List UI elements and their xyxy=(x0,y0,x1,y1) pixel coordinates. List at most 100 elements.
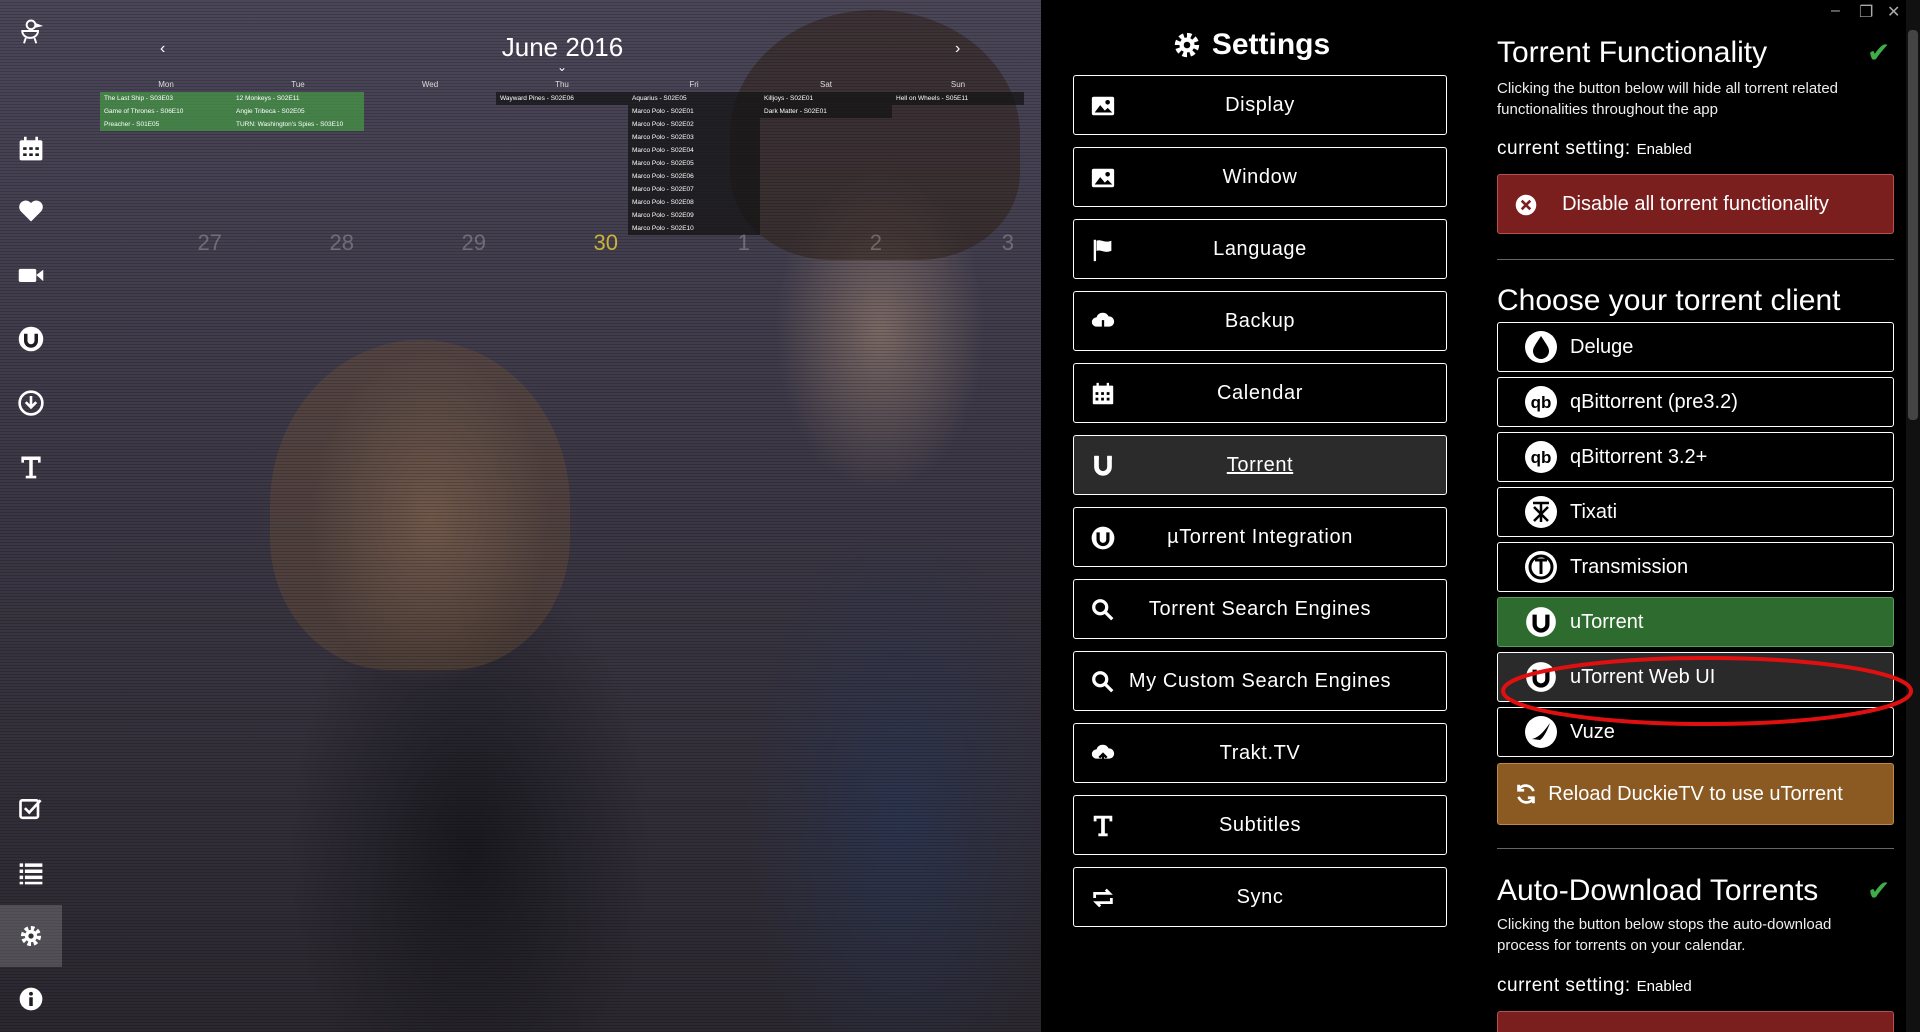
video-camera-icon[interactable] xyxy=(0,244,62,306)
auto-download-desc: Clicking the button below stops the auto… xyxy=(1497,916,1832,954)
calendar-episode[interactable]: Preacher - S01E05 xyxy=(100,118,232,131)
calendar-episode[interactable]: Marco Polo - S02E09 xyxy=(628,209,760,222)
client-option-utorrent[interactable]: uTorrent xyxy=(1497,597,1894,647)
calendar-day-number: 28 xyxy=(329,230,354,255)
close-button[interactable]: ✕ xyxy=(1887,2,1900,22)
calendar-episode[interactable]: Wayward Pines - S02E06 xyxy=(496,92,628,105)
settings-menu-subtitles[interactable]: Subtitles xyxy=(1073,795,1447,855)
current-setting-value: Enabled xyxy=(1636,141,1692,158)
settings-menu-torrent-search-engines[interactable]: Torrent Search Engines xyxy=(1073,579,1447,639)
settings-menu-torrent[interactable]: Torrent xyxy=(1073,435,1447,495)
calendar-day-sat[interactable]: Sat Killjoys - S02E01 Dark Matter - S02E01… xyxy=(760,80,892,260)
client-option-qbittorrent-3-2[interactable]: qb qBittorrent 3.2+ xyxy=(1497,432,1894,482)
calendar-episode[interactable]: The Last Ship - S03E03 xyxy=(100,92,232,105)
reload-duckietv-button[interactable]: Reload DuckieTV to use uTorrent xyxy=(1497,763,1894,825)
maximize-button[interactable]: ❐ xyxy=(1859,2,1873,22)
settings-menu-label: µTorrent Integration xyxy=(1167,525,1353,548)
calendar-episode[interactable]: Marco Polo - S02E04 xyxy=(628,144,760,157)
calendar-episode[interactable]: Marco Polo - S02E07 xyxy=(628,183,760,196)
qbittorrent-icon: qb xyxy=(1524,440,1558,474)
settings-menu-label: Sync xyxy=(1236,885,1284,908)
client-option-qbittorrent-pre3-2[interactable]: qb qBittorrent (pre3.2) xyxy=(1497,377,1894,427)
settings-title-text: Settings xyxy=(1211,28,1331,61)
calendar-day-wed[interactable]: Wed 29 xyxy=(364,80,496,260)
calendar-month-title[interactable]: June 2016 xyxy=(100,32,1025,63)
reload-duckietv-label: Reload DuckieTV to use uTorrent xyxy=(1548,782,1843,805)
tixati-icon xyxy=(1524,495,1558,529)
calendar-episode[interactable]: Marco Polo - S02E03 xyxy=(628,131,760,144)
calendar-episode[interactable]: Marco Polo - S02E08 xyxy=(628,196,760,209)
calendar-episode[interactable]: Marco Polo - S02E01 xyxy=(628,105,760,118)
subtitles-icon[interactable] xyxy=(0,436,62,498)
client-option-tixati[interactable]: Tixati xyxy=(1497,487,1894,537)
calendar-episode[interactable]: Killjoys - S02E01 xyxy=(760,92,892,105)
panel-scrollbar[interactable] xyxy=(1906,0,1920,1032)
calendar-day-name: Mon xyxy=(158,80,174,89)
svg-text:qb: qb xyxy=(1531,393,1552,412)
settings-menu-my-custom-search-engines[interactable]: My Custom Search Engines xyxy=(1073,651,1447,711)
client-option-deluge[interactable]: Deluge xyxy=(1497,322,1894,372)
settings-menu-torrent-integration[interactable]: µTorrent Integration xyxy=(1073,507,1447,567)
calendar-day-thu[interactable]: Thu Wayward Pines - S02E06 30 xyxy=(496,80,628,260)
heart-icon[interactable] xyxy=(0,180,62,242)
settings-menu-sync[interactable]: Sync xyxy=(1073,867,1447,927)
calendar-day-name: Fri xyxy=(689,80,699,89)
client-option-label: qBittorrent (pre3.2) xyxy=(1570,390,1738,413)
calendar-day-tue[interactable]: Tue 12 Monkeys - S02E11 Angie Tribeca - S0… xyxy=(232,80,364,260)
calendar-episode[interactable]: Angie Tribeca - S02E05 xyxy=(232,105,364,118)
settings-menu-trakt-tv[interactable]: Trakt.TV xyxy=(1073,723,1447,783)
calendar-day-fri[interactable]: Fri Aquarius - S02E05 Marco Polo - S02E01 M… xyxy=(628,80,760,260)
minimize-button[interactable]: – xyxy=(1831,2,1840,20)
settings-menu-calendar[interactable]: Calendar xyxy=(1073,363,1447,423)
settings-menu-window[interactable]: Window xyxy=(1073,147,1447,207)
calendar-day-name: Sat xyxy=(819,80,832,89)
settings-menu-backup[interactable]: Backup xyxy=(1073,291,1447,351)
qbittorrent-icon: qb xyxy=(1524,385,1558,419)
calendar-day-mon[interactable]: Mon The Last Ship - S03E03 Game of Thrones… xyxy=(100,80,232,260)
calendar-episode[interactable]: TURN: Washington's Spies - S03E10 xyxy=(232,118,364,131)
settings-menu-label: Subtitles xyxy=(1218,813,1302,836)
settings-menu-label: Torrent Search Engines xyxy=(1148,597,1372,620)
download-icon[interactable] xyxy=(0,372,62,434)
scrollbar-thumb[interactable] xyxy=(1908,30,1918,420)
settings-menu-label: My Custom Search Engines xyxy=(1128,669,1392,692)
settings-menu-display[interactable]: Display xyxy=(1073,75,1447,135)
calendar-next-button[interactable]: › xyxy=(955,40,960,58)
gear-icon[interactable] xyxy=(0,905,62,967)
calendar-episode[interactable]: Marco Polo - S02E02 xyxy=(628,118,760,131)
client-option-transmission[interactable]: Transmission xyxy=(1497,542,1894,592)
checklist-icon[interactable] xyxy=(0,778,62,840)
calendar-day-sun[interactable]: Sun Hell on Wheels - S05E11 3 xyxy=(892,80,1024,260)
utorrent-icon xyxy=(1088,523,1118,553)
disable-torrent-button[interactable]: Disable all torrent functionality xyxy=(1497,174,1894,234)
svg-text:qb: qb xyxy=(1531,448,1552,467)
current-setting-label: current setting: xyxy=(1497,138,1631,159)
calendar-week-grid: Mon The Last Ship - S03E03 Game of Thrones… xyxy=(100,80,1024,260)
calendar-episode[interactable]: Aquarius - S02E05 xyxy=(628,92,760,105)
torrent-client-heading: Choose your torrent client xyxy=(1497,284,1841,317)
calendar-episode[interactable]: Game of Thrones - S06E10 xyxy=(100,105,232,118)
calendar-episode[interactable]: Hell on Wheels - S05E11 xyxy=(892,92,1024,105)
settings-menu-label: Torrent xyxy=(1226,453,1294,476)
logo-duck-icon[interactable] xyxy=(0,0,62,62)
settings-menu-label: Display xyxy=(1225,93,1295,116)
info-icon[interactable] xyxy=(0,968,62,1030)
calendar-episode[interactable]: Dark Matter - S02E01 xyxy=(760,105,892,118)
calendar-icon[interactable] xyxy=(0,118,62,180)
torrent-functionality-heading: Torrent Functionality xyxy=(1497,36,1768,69)
calendar-episode[interactable]: 12 Monkeys - S02E11 xyxy=(232,92,364,105)
calendar-expand-icon[interactable]: ⌄ xyxy=(557,60,567,74)
disable-torrent-label: Disable all torrent functionality xyxy=(1562,192,1829,215)
settings-menu-language[interactable]: Language xyxy=(1073,219,1447,279)
auto-download-heading: Auto-Download Torrents xyxy=(1497,874,1819,907)
calendar-episode[interactable]: Marco Polo - S02E05 xyxy=(628,157,760,170)
search-icon xyxy=(1088,667,1118,697)
deluge-icon xyxy=(1524,330,1558,364)
calendar-day-number: 1 xyxy=(737,230,750,255)
calendar-episode[interactable]: Marco Polo - S02E06 xyxy=(628,170,760,183)
list-icon[interactable] xyxy=(0,842,62,904)
sidebar-nav xyxy=(0,0,62,1032)
disable-auto-download-button[interactable] xyxy=(1497,1011,1894,1032)
calendar-day-number: 2 xyxy=(869,230,882,255)
utorrent-icon[interactable] xyxy=(0,308,62,370)
